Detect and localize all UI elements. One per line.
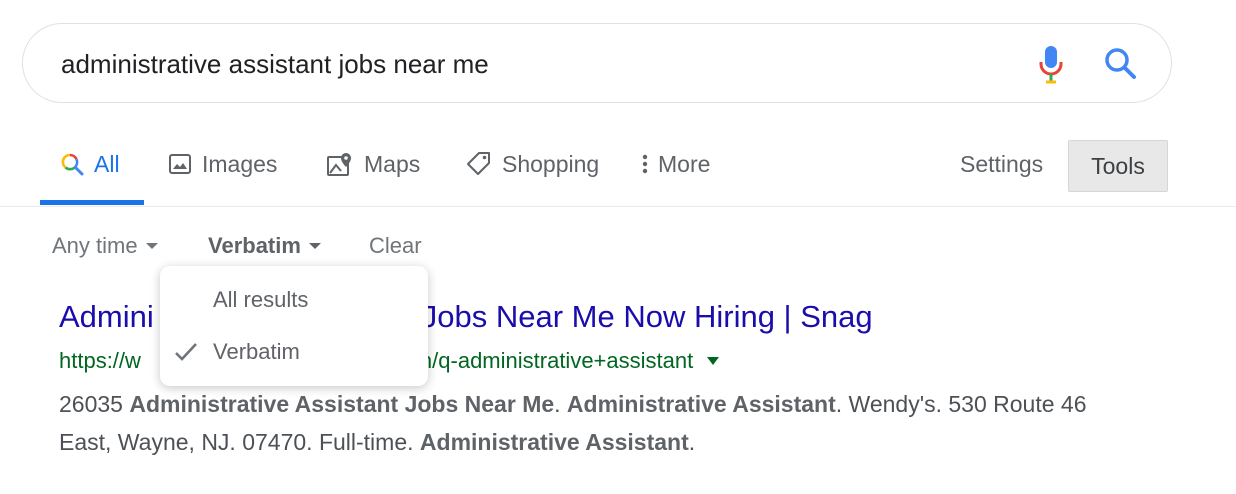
tools-button[interactable]: Tools (1068, 140, 1168, 192)
tab-maps-label: Maps (364, 150, 421, 177)
tab-images-label: Images (202, 150, 278, 177)
checkmark-icon (174, 341, 198, 369)
settings-link[interactable]: Settings (960, 150, 1043, 178)
time-filter-label: Any time (52, 233, 138, 258)
tab-shopping[interactable]: Shopping (466, 140, 599, 188)
tab-more[interactable]: More (640, 140, 710, 188)
tab-maps[interactable]: Maps (326, 140, 420, 188)
snippet-bold: Administrative Assistant (566, 391, 836, 417)
menu-item-label: All results (213, 287, 309, 312)
search-tabs: All Images Maps Shopping More (0, 140, 1236, 208)
verbatim-filter-label: Verbatim (208, 233, 301, 258)
verbatim-filter-dropdown[interactable]: Verbatim (208, 230, 321, 262)
search-button[interactable] (1103, 46, 1139, 82)
microphone-icon[interactable] (1038, 44, 1064, 84)
caret-down-icon (308, 243, 321, 249)
snippet-bold: Administrative Assistant Jobs Near Me (129, 391, 555, 417)
google-search-icon (60, 152, 84, 176)
snippet-part: 26035 (59, 391, 130, 417)
snippet-part: . (554, 391, 567, 417)
search-box[interactable]: administrative assistant jobs near me (22, 23, 1172, 103)
search-input[interactable]: administrative assistant jobs near me (61, 46, 489, 82)
tag-icon (466, 151, 492, 177)
menu-item-verbatim[interactable]: Verbatim (160, 327, 428, 377)
map-pin-icon (326, 151, 354, 177)
result-url-end: ch/q-administrative+assistant (408, 348, 694, 373)
search-icon (1105, 48, 1136, 79)
more-vert-icon (640, 152, 650, 176)
clear-filter-link[interactable]: Clear (369, 230, 422, 262)
snippet-bold: Administrative Assistant (419, 429, 689, 455)
tab-all[interactable]: All (60, 140, 120, 188)
menu-item-label: Verbatim (213, 339, 300, 364)
result-snippet: 26035 Administrative Assistant Jobs Near… (59, 385, 1139, 461)
tab-images[interactable]: Images (168, 140, 277, 188)
tab-shopping-label: Shopping (502, 150, 600, 177)
menu-item-all-results[interactable]: All results (160, 275, 428, 325)
image-icon (168, 152, 192, 176)
verbatim-dropdown-menu: All results Verbatim (160, 266, 428, 386)
tab-all-label: All (94, 150, 120, 177)
result-title-end: Jobs Near Me Now Hiring | Snag (421, 299, 873, 334)
snippet-part: . (688, 429, 696, 455)
active-tab-indicator (40, 200, 144, 205)
tabs-divider (0, 206, 1236, 207)
result-title-start: Admini (59, 299, 154, 334)
result-url-start: https://w (59, 348, 141, 373)
caret-down-icon[interactable] (707, 357, 720, 365)
time-filter-dropdown[interactable]: Any time (52, 230, 158, 262)
caret-down-icon (145, 243, 158, 249)
tab-more-label: More (658, 150, 711, 177)
tools-filter-bar: Any time Verbatim Clear (0, 230, 1236, 262)
